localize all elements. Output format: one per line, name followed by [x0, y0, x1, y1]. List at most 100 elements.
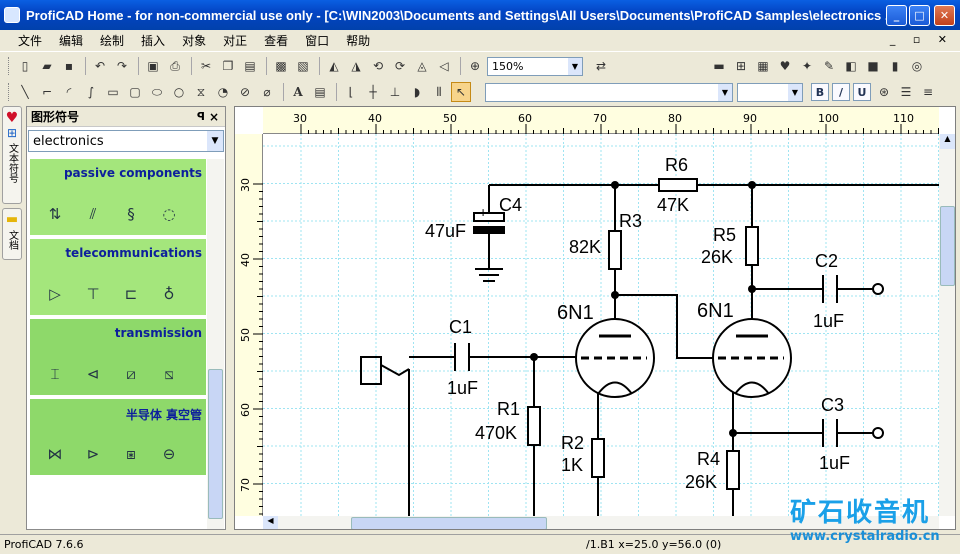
- print-icon[interactable]: ⎙: [165, 56, 185, 76]
- diode-icon[interactable]: ⊳: [80, 441, 106, 467]
- zoom-select[interactable]: 150% ▼: [487, 56, 583, 76]
- flip-vertical-icon[interactable]: ◮: [346, 56, 366, 76]
- hourglass-icon[interactable]: ⧖: [191, 82, 211, 102]
- redo-icon[interactable]: ↷: [112, 56, 132, 76]
- drawing-canvas[interactable]: R6 47K C4 47uF R3 82K R5 26K C2 1uF 6N1 …: [263, 134, 939, 516]
- color-icon[interactable]: ■: [863, 56, 883, 76]
- new-icon[interactable]: ▯: [15, 56, 35, 76]
- menu-view[interactable]: 查看: [264, 32, 288, 49]
- schematic[interactable]: R6 47K C4 47uF R3 82K R5 26K C2 1uF 6N1 …: [263, 134, 939, 516]
- arc-icon[interactable]: ◜: [59, 82, 79, 102]
- demodulator-icon[interactable]: ⧅: [156, 361, 182, 387]
- mdi-controls[interactable]: _ ▫ ✕: [890, 33, 954, 46]
- junction-icon[interactable]: ┼: [363, 82, 383, 102]
- rectangle-icon[interactable]: ▭: [103, 82, 123, 102]
- close-button[interactable]: ✕: [934, 5, 955, 26]
- circle-icon[interactable]: ○: [169, 82, 189, 102]
- ac-source-icon[interactable]: ◌: [156, 201, 182, 227]
- chevron-down-icon[interactable]: ▼: [207, 131, 223, 151]
- minimize-button[interactable]: _: [886, 5, 907, 26]
- cut-icon[interactable]: ✂: [196, 56, 216, 76]
- align-left-icon[interactable]: ☰: [896, 82, 916, 102]
- transistor-array-icon[interactable]: ⧆: [118, 441, 144, 467]
- palette-icon[interactable]: ◧: [841, 56, 861, 76]
- category-telecommunications[interactable]: telecommunications ▷ ⊤ ⊏ ♁: [30, 239, 206, 315]
- thyristor-icon[interactable]: ⋈: [42, 441, 68, 467]
- italic-button[interactable]: /: [832, 83, 850, 101]
- mirror-icon[interactable]: ◬: [412, 56, 432, 76]
- text-block-icon[interactable]: ▤: [310, 82, 330, 102]
- image-icon[interactable]: ▧: [293, 56, 313, 76]
- category-passive-components[interactable]: passive components ⇅ ⫽ § ◌: [30, 159, 206, 235]
- scroll-thumb[interactable]: [208, 369, 223, 519]
- open-icon[interactable]: ▰: [37, 56, 57, 76]
- copy-icon[interactable]: ❐: [218, 56, 238, 76]
- text-icon[interactable]: A: [288, 82, 308, 102]
- antenna-icon[interactable]: ⊤: [80, 281, 106, 307]
- label-icon[interactable]: ◗: [407, 82, 427, 102]
- category-transmission[interactable]: transmission ⌶ ⊲ ⧄ ⧅: [30, 319, 206, 395]
- pie-icon[interactable]: ◔: [213, 82, 233, 102]
- panel-scrollbar[interactable]: [207, 159, 224, 529]
- select-arrow-icon[interactable]: ↖: [451, 82, 471, 102]
- close-icon[interactable]: ×: [209, 110, 219, 124]
- filter-icon[interactable]: ⌶: [42, 361, 68, 387]
- tree-icon[interactable]: ⊞: [731, 56, 751, 76]
- menu-align[interactable]: 对正: [223, 32, 247, 49]
- folder-icon[interactable]: ▬: [709, 56, 729, 76]
- toolbar-grip[interactable]: [8, 57, 11, 75]
- tab-documents[interactable]: ▬ 文档: [2, 208, 22, 260]
- undo-icon[interactable]: ↶: [90, 56, 110, 76]
- attenuator-icon[interactable]: ⊏: [118, 281, 144, 307]
- transducer-icon[interactable]: ♁: [156, 281, 182, 307]
- polyline-icon[interactable]: ⌐: [37, 82, 57, 102]
- chevron-down-icon[interactable]: ▼: [788, 83, 802, 101]
- paste-icon[interactable]: ▤: [240, 56, 260, 76]
- arrow-left-icon[interactable]: ◁: [434, 56, 454, 76]
- crossing-icon[interactable]: ⊥: [385, 82, 405, 102]
- curve-icon[interactable]: ∫: [81, 82, 101, 102]
- transistor-icon[interactable]: ⊖: [156, 441, 182, 467]
- print-preview-icon[interactable]: ▣: [143, 56, 163, 76]
- category-select[interactable]: electronics ▼: [28, 130, 224, 152]
- capacitor-icon[interactable]: ⇅: [42, 201, 68, 227]
- menu-draw[interactable]: 绘制: [100, 32, 124, 49]
- align-center-icon[interactable]: ≡: [918, 82, 938, 102]
- scroll-thumb[interactable]: [351, 517, 547, 529]
- segment-icon[interactable]: ⊘: [235, 82, 255, 102]
- layers-icon[interactable]: ▦: [753, 56, 773, 76]
- mixer-icon[interactable]: ⊲: [80, 361, 106, 387]
- font-size-select[interactable]: ▼: [737, 82, 803, 102]
- line-icon[interactable]: ╲: [15, 82, 35, 102]
- scroll-left-icon[interactable]: ◀: [263, 516, 278, 529]
- maximize-button[interactable]: □: [909, 5, 930, 26]
- chevron-down-icon[interactable]: ▼: [568, 57, 582, 75]
- heart-icon[interactable]: ♥: [775, 56, 795, 76]
- amplifier-icon[interactable]: ▷: [42, 281, 68, 307]
- picture-icon[interactable]: ▩: [271, 56, 291, 76]
- pin-icon[interactable]: ꟼ: [197, 110, 205, 123]
- scroll-up-icon[interactable]: ▲: [940, 134, 955, 149]
- component-icon[interactable]: ▮: [885, 56, 905, 76]
- wire-icon[interactable]: ⌊: [341, 82, 361, 102]
- toolbar-grip[interactable]: [8, 83, 11, 101]
- zoom-icon[interactable]: ⊕: [465, 56, 485, 76]
- modulator-icon[interactable]: ⧄: [118, 361, 144, 387]
- star-icon[interactable]: ✦: [797, 56, 817, 76]
- menu-object[interactable]: 对象: [182, 32, 206, 49]
- rotate-left-icon[interactable]: ⟲: [368, 56, 388, 76]
- category-semiconductor-tubes[interactable]: 半导体 真空管 ⋈ ⊳ ⧆ ⊖: [30, 399, 206, 475]
- save-icon[interactable]: ▪: [59, 56, 79, 76]
- rotate-right-icon[interactable]: ⟳: [390, 56, 410, 76]
- swap-icon[interactable]: ⇄: [591, 56, 611, 76]
- eraser-icon[interactable]: ⌀: [257, 82, 277, 102]
- ellipse-icon[interactable]: ⬭: [147, 82, 167, 102]
- note-icon[interactable]: ✎: [819, 56, 839, 76]
- menu-edit[interactable]: 编辑: [59, 32, 83, 49]
- menu-help[interactable]: 帮助: [346, 32, 370, 49]
- chevron-down-icon[interactable]: ▼: [718, 83, 732, 101]
- underline-button[interactable]: U: [853, 83, 871, 101]
- binoculars-icon[interactable]: ◎: [907, 56, 927, 76]
- vertical-scrollbar[interactable]: ▲: [939, 134, 955, 516]
- font-icon[interactable]: ⊛: [874, 82, 894, 102]
